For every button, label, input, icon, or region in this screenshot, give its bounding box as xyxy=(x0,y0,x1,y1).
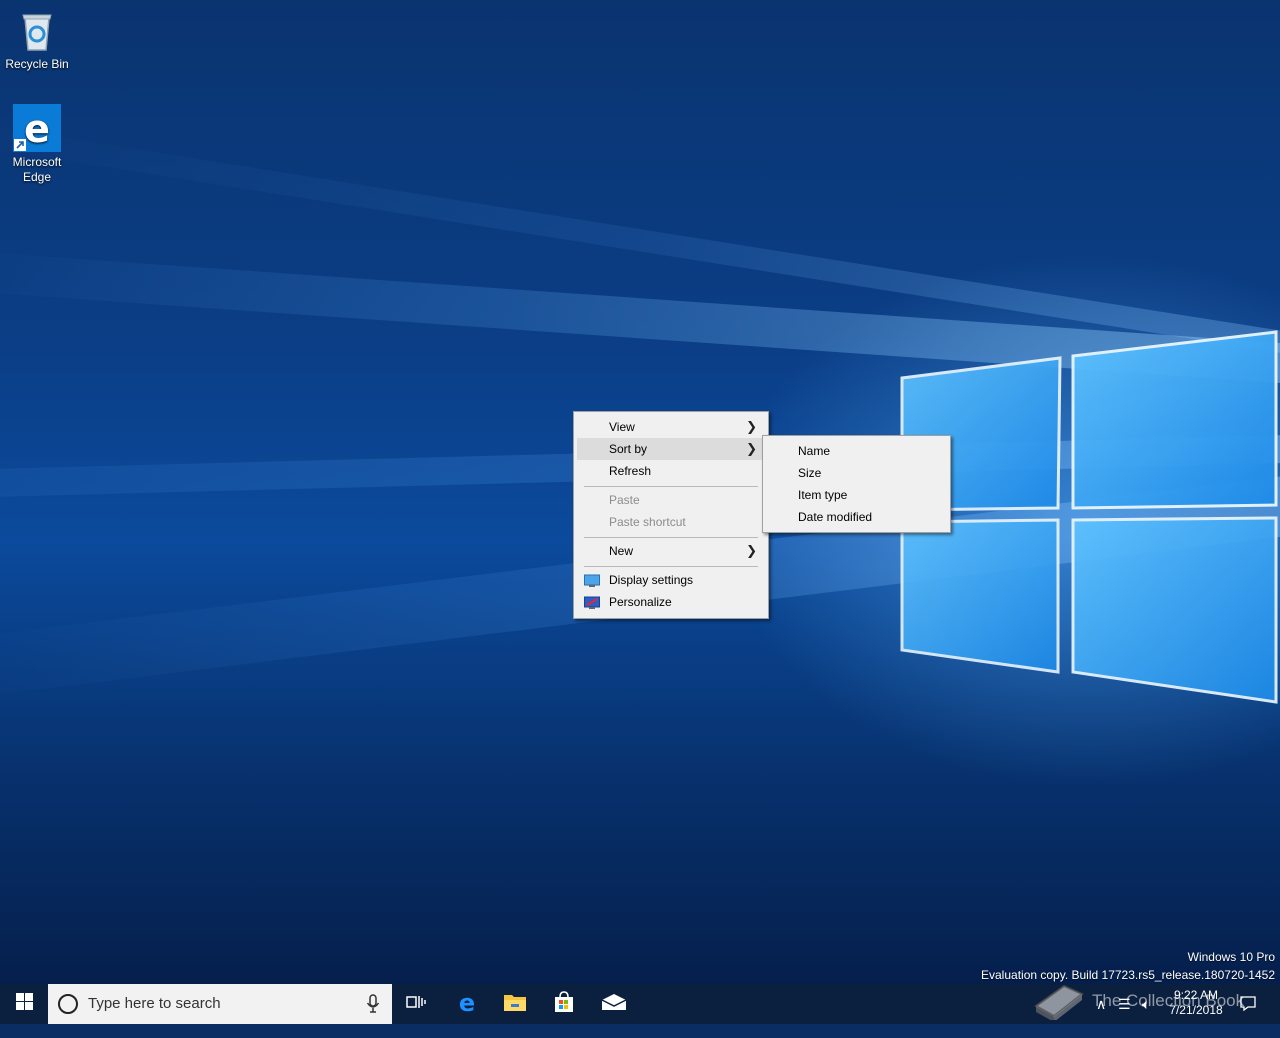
cortana-icon xyxy=(58,994,78,1014)
menu-item-label: Paste xyxy=(609,493,640,507)
menu-separator xyxy=(584,486,758,487)
edge-icon: e xyxy=(13,104,61,152)
edge-icon: e xyxy=(455,989,479,1019)
menu-item-label: Paste shortcut xyxy=(609,515,686,529)
task-view-icon xyxy=(406,994,426,1015)
personalize-icon xyxy=(584,595,600,609)
chevron-right-icon: ❯ xyxy=(746,419,757,434)
menu-item-sort-by[interactable]: Sort by ❯ xyxy=(577,438,765,460)
chevron-right-icon: ❯ xyxy=(746,543,757,558)
submenu-item-date-modified[interactable]: Date modified xyxy=(766,506,947,528)
menu-separator xyxy=(584,566,758,567)
submenu-item-size[interactable]: Size xyxy=(766,462,947,484)
taskbar-store-button[interactable] xyxy=(540,984,588,1024)
menu-item-personalize[interactable]: Personalize xyxy=(577,591,765,613)
collection-book-overlay: The Collection Book xyxy=(1030,978,1280,1024)
desktop-context-menu: View ❯ Sort by ❯ Refresh Paste Paste sho… xyxy=(573,411,769,619)
menu-item-paste[interactable]: Paste xyxy=(577,489,765,511)
menu-item-label: New xyxy=(609,544,634,558)
submenu-item-label: Name xyxy=(798,444,831,458)
display-settings-icon xyxy=(584,573,600,587)
desktop[interactable]: Recycle Bin e Microsoft Edge View ❯ Sort… xyxy=(0,0,1280,984)
taskbar-mail-button[interactable] xyxy=(590,984,638,1024)
mail-icon xyxy=(601,993,627,1016)
taskbar-search-box[interactable]: Type here to search xyxy=(48,984,392,1024)
desktop-icon-label: Edge xyxy=(22,170,52,184)
submenu-item-label: Date modified xyxy=(798,510,873,524)
menu-item-label: View xyxy=(609,420,635,434)
menu-item-label: Sort by xyxy=(609,442,648,456)
submenu-item-label: Size xyxy=(798,466,822,480)
menu-item-new[interactable]: New ❯ xyxy=(577,540,765,562)
desktop-icon-label: Recycle Bin xyxy=(5,57,69,71)
taskbar-edge-button[interactable]: e xyxy=(443,984,491,1024)
submenu-item-label: Item type xyxy=(798,488,848,502)
submenu-item-item-type[interactable]: Item type xyxy=(766,484,947,506)
menu-item-display-settings[interactable]: Display settings xyxy=(577,569,765,591)
svg-text:e: e xyxy=(459,990,475,1014)
menu-item-label: Refresh xyxy=(609,464,652,478)
edition-text: Windows 10 Pro xyxy=(1187,950,1275,964)
menu-item-view[interactable]: View ❯ xyxy=(577,416,765,438)
recycle-bin-icon xyxy=(13,6,61,54)
windows-start-icon xyxy=(15,993,33,1015)
task-view-button[interactable] xyxy=(392,984,440,1024)
store-icon xyxy=(553,990,575,1018)
taskbar-file-explorer-button[interactable] xyxy=(491,984,539,1024)
start-button[interactable] xyxy=(0,984,48,1024)
menu-separator xyxy=(584,537,758,538)
desktop-icon-recycle-bin[interactable]: Recycle Bin xyxy=(0,6,74,72)
collection-book-text: The Collection Book xyxy=(1092,991,1245,1010)
microphone-icon[interactable] xyxy=(366,994,380,1014)
menu-item-refresh[interactable]: Refresh xyxy=(577,460,765,482)
submenu-item-name[interactable]: Name xyxy=(766,440,947,462)
sort-by-submenu: Name Size Item type Date modified xyxy=(762,435,951,533)
menu-item-label: Personalize xyxy=(609,595,672,609)
book-logo-icon xyxy=(1030,980,1086,1022)
menu-item-label: Display settings xyxy=(609,573,694,587)
file-explorer-icon xyxy=(503,992,527,1017)
desktop-icon-microsoft-edge[interactable]: e Microsoft Edge xyxy=(0,104,74,185)
search-placeholder: Type here to search xyxy=(88,995,221,1012)
desktop-icon-label: Microsoft xyxy=(12,155,62,169)
chevron-right-icon: ❯ xyxy=(746,441,757,456)
menu-item-paste-shortcut[interactable]: Paste shortcut xyxy=(577,511,765,533)
svg-text:e: e xyxy=(24,107,50,151)
